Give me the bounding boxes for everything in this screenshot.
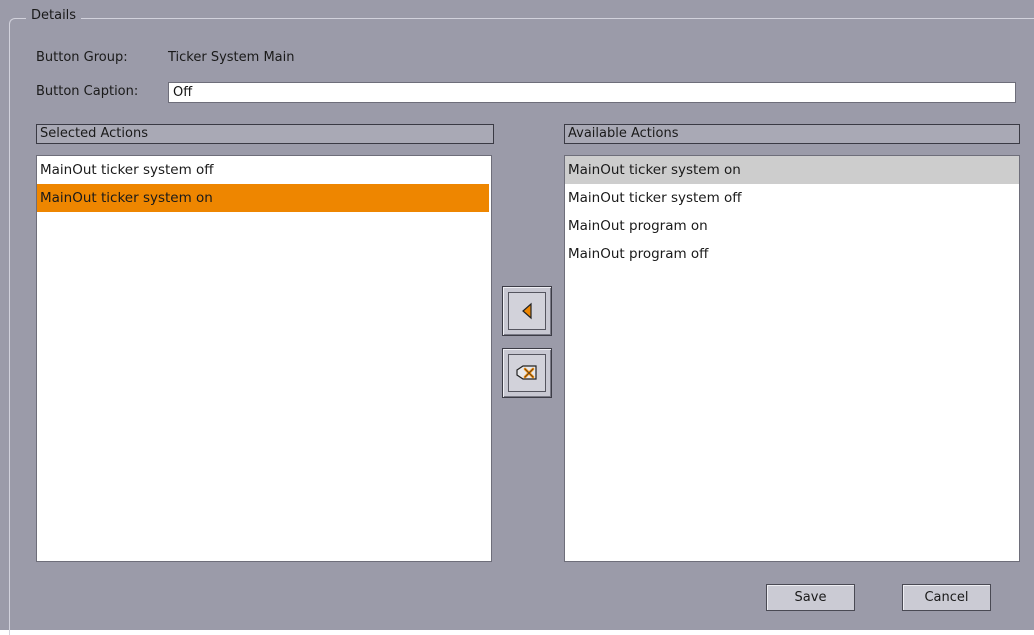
remove-icon (516, 365, 537, 380)
list-item[interactable]: MainOut program on (565, 212, 1019, 240)
button-group-value: Ticker System Main (168, 50, 295, 65)
add-action-button[interactable] (502, 286, 552, 336)
available-actions-list[interactable]: MainOut ticker system on MainOut ticker s… (564, 155, 1020, 562)
list-item[interactable]: MainOut ticker system on (37, 184, 489, 212)
button-group-label: Button Group: (36, 50, 128, 65)
remove-action-button[interactable] (502, 348, 552, 398)
button-caption-label: Button Caption: (36, 84, 139, 99)
list-item[interactable]: MainOut program off (565, 240, 1019, 268)
selected-actions-list[interactable]: MainOut ticker system off MainOut ticker … (36, 155, 492, 562)
details-title: Details (26, 8, 82, 23)
cancel-button[interactable]: Cancel (902, 584, 991, 611)
save-button[interactable]: Save (766, 584, 855, 611)
available-actions-header: Available Actions (564, 124, 1020, 144)
list-item[interactable]: MainOut ticker system off (37, 156, 491, 184)
selected-actions-header: Selected Actions (36, 124, 494, 144)
list-item[interactable]: MainOut ticker system on (565, 156, 1019, 184)
list-item[interactable]: MainOut ticker system off (565, 184, 1019, 212)
button-caption-input[interactable] (168, 82, 1016, 103)
remove-action-button-frame (508, 354, 546, 392)
add-action-button-frame (508, 292, 546, 330)
left-arrow-icon (522, 302, 532, 320)
details-window: Details Button Group: Ticker System Main… (0, 0, 1034, 635)
